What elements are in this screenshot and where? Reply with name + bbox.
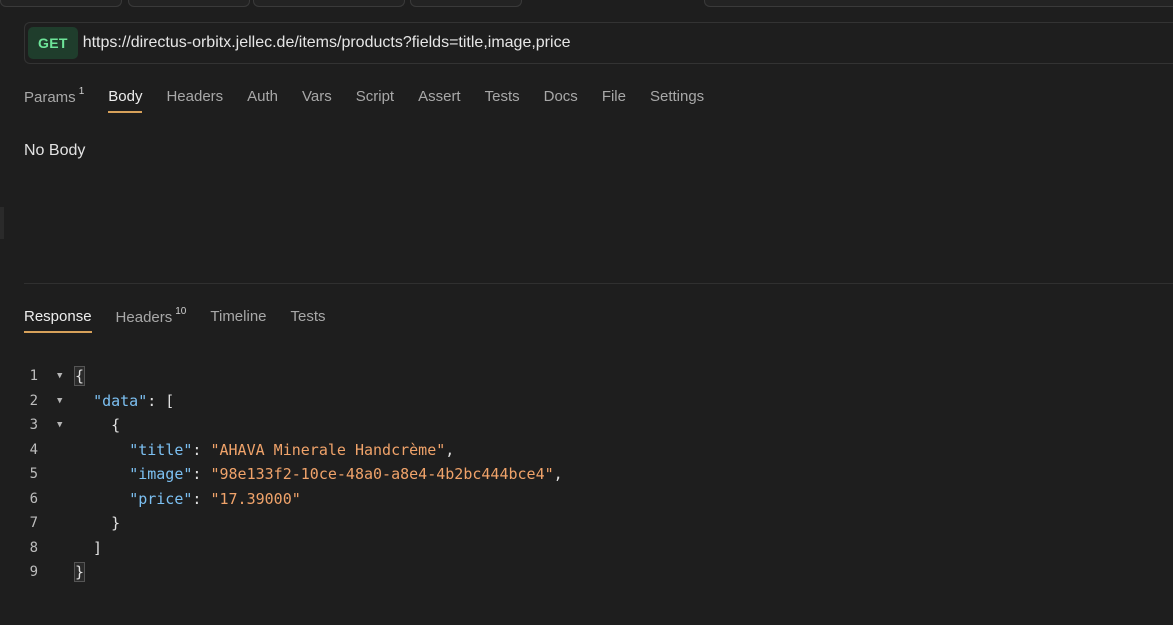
json-key: "data" <box>93 391 148 410</box>
request-tab-script[interactable]: Script <box>356 88 394 113</box>
json-punctuation <box>75 392 93 410</box>
tab-label: Headers <box>115 309 173 326</box>
line-number: 5 <box>29 466 38 482</box>
top-tab-remnant <box>253 0 405 7</box>
tab-label: Script <box>355 88 395 105</box>
request-tab-body[interactable]: Body <box>108 88 143 113</box>
code-text: "price": "17.39000" <box>75 487 301 512</box>
line-number: 4 <box>29 441 38 458</box>
line-number: 6 <box>29 490 38 507</box>
json-punctuation: } <box>73 562 86 582</box>
url-input[interactable]: https://directus-orbitx.jellec.de/items/… <box>83 34 571 52</box>
line-number: 7 <box>29 515 38 531</box>
response-tab-tests[interactable]: Tests <box>291 308 326 333</box>
request-tab-auth[interactable]: Auth <box>247 88 278 113</box>
request-editor: GET https://directus-orbitx.jellec.de/it… <box>0 0 1173 625</box>
json-punctuation: : <box>192 440 211 459</box>
json-punctuation: : <box>192 489 211 508</box>
method-selector[interactable]: GET <box>28 27 78 59</box>
tab-label: Tests <box>290 308 326 325</box>
caret-down-icon[interactable]: ▼ <box>57 389 62 414</box>
tab-count-badge: 10 <box>175 306 187 317</box>
tab-label: Vars <box>302 88 332 105</box>
json-punctuation: , <box>553 465 563 483</box>
line-number: 2 <box>29 392 38 409</box>
tab-label: Settings <box>649 88 705 105</box>
request-tab-params[interactable]: Params 1 <box>24 86 85 114</box>
caret-down-icon[interactable]: ▼ <box>57 413 62 438</box>
request-tab-tests[interactable]: Tests <box>485 88 520 113</box>
request-tab-vars[interactable]: Vars <box>302 88 332 113</box>
json-punctuation: , <box>445 440 455 459</box>
line-number: 9 <box>29 564 38 580</box>
code-text: "title": "AHAVA Minerale Handcrème", <box>75 438 454 463</box>
request-tab-file[interactable]: File <box>602 88 626 113</box>
caret-down-icon[interactable]: ▼ <box>57 364 62 389</box>
json-punctuation: : <box>192 465 211 483</box>
tab-label: Tests <box>484 88 520 105</box>
code-text: "image": "98e133f2-10ce-48a0-a8e4-4b2bc4… <box>75 462 563 487</box>
request-tabs: Params 1 Body Headers Auth Vars Script Assert Te… <box>24 86 728 114</box>
top-tab-remnant <box>128 0 250 7</box>
json-punctuation: { <box>73 366 86 386</box>
tab-label: Headers <box>166 88 224 105</box>
tab-label: Params <box>24 89 76 106</box>
request-tab-headers[interactable]: Headers <box>166 88 223 113</box>
line-number: 3 <box>29 417 38 433</box>
request-tab-assert[interactable]: Assert <box>418 88 461 113</box>
no-body-message: No Body <box>24 142 86 159</box>
json-punctuation: ] <box>75 538 103 557</box>
json-punctuation <box>75 490 129 508</box>
request-tab-settings[interactable]: Settings <box>650 88 704 113</box>
tab-label: Response <box>24 308 92 325</box>
response-tab-response[interactable]: Response <box>24 308 92 333</box>
tab-label: Assert <box>418 88 461 105</box>
left-gutter-mark <box>0 207 4 239</box>
response-tabs: Response Headers 10 Timeline Tests <box>24 306 350 334</box>
json-punctuation: { <box>75 416 121 434</box>
json-string: "AHAVA Minerale Handcrème" <box>210 440 446 459</box>
response-tab-headers[interactable]: Headers 10 <box>115 306 187 334</box>
tab-label: Auth <box>247 88 279 105</box>
json-string: "17.39000" <box>210 489 301 508</box>
code-text: } <box>73 560 86 585</box>
top-tab-remnant <box>704 0 1173 7</box>
code-text: { <box>75 413 120 438</box>
response-tab-timeline[interactable]: Timeline <box>210 308 266 333</box>
code-text: ] <box>75 536 102 561</box>
json-key: "price" <box>129 489 193 508</box>
tab-label: Docs <box>543 88 578 105</box>
json-punctuation <box>75 441 129 459</box>
request-tab-docs[interactable]: Docs <box>544 88 578 113</box>
code-text: { <box>73 364 86 389</box>
json-key: "title" <box>129 440 193 459</box>
json-punctuation: : [ <box>147 391 175 410</box>
tab-label: File <box>601 88 626 105</box>
url-bar[interactable]: GET https://directus-orbitx.jellec.de/it… <box>24 22 1173 64</box>
json-key: "image" <box>129 465 193 483</box>
code-text: } <box>75 511 120 536</box>
json-string: "98e133f2-10ce-48a0-a8e4-4b2bc444bce4" <box>210 465 554 483</box>
json-punctuation <box>75 465 129 483</box>
tab-label: Body <box>108 88 143 105</box>
tab-count-badge: 1 <box>78 86 85 97</box>
code-text: "data": [ <box>75 389 174 414</box>
line-number: 1 <box>29 368 38 384</box>
line-number: 8 <box>29 539 38 556</box>
pane-divider[interactable] <box>24 283 1173 284</box>
top-tab-remnant <box>0 0 122 7</box>
top-tab-remnant <box>410 0 522 7</box>
tab-label: Timeline <box>210 308 267 325</box>
json-punctuation: } <box>75 514 121 532</box>
